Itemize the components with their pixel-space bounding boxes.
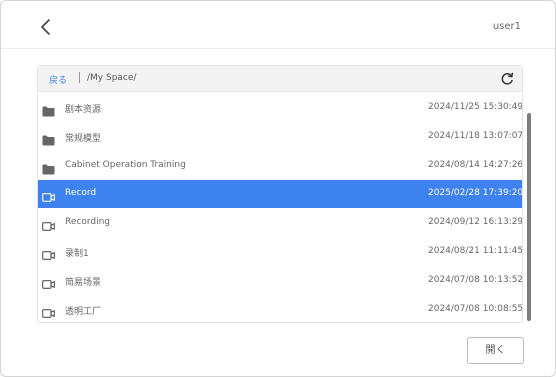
file-name: 简易场景	[65, 277, 102, 288]
file-row[interactable]: Recording 2024/09/12 16:13:29	[38, 209, 523, 237]
list-scrollbar[interactable]	[527, 113, 531, 321]
file-date: 2024/07/08 10:13:52	[428, 274, 523, 285]
current-path: /My Space/	[87, 73, 137, 83]
file-row[interactable]: 简易场景 2024/07/08 10:13:52	[38, 267, 523, 295]
file-name: 剧本资源	[65, 105, 102, 115]
refresh-icon[interactable]	[499, 71, 515, 87]
video-camera-icon	[42, 304, 55, 318]
file-date: 2024/09/12 16:13:29	[428, 217, 523, 228]
file-row[interactable]: 透明工厂 2024/07/08 10:08:55	[38, 296, 523, 322]
file-date: 2024/07/08 10:08:55	[428, 303, 523, 314]
file-name: 常规模型	[65, 133, 102, 144]
file-date: 2024/08/21 11:11:45	[428, 246, 523, 256]
file-date: 2025/02/28 17:39:20	[428, 188, 523, 199]
username-label: user1	[492, 21, 521, 32]
chevron-left-icon[interactable]	[37, 17, 55, 37]
file-date: 2024/11/18 13:07:07	[428, 130, 523, 141]
video-camera-icon	[42, 188, 55, 203]
path-separator	[79, 72, 80, 83]
file-browser-panel: 戻る /My Space/ 剧本资源 2024/11/25 15:30:49 常规模…	[37, 65, 523, 323]
file-name: 透明工厂	[65, 306, 102, 317]
file-row[interactable]: 录制1 2024/08/21 11:11:45	[38, 238, 523, 266]
file-date: 2024/11/25 15:30:49	[428, 102, 523, 112]
folder-icon	[42, 131, 55, 146]
file-name: 录制1	[65, 249, 89, 259]
file-name: Record	[65, 188, 97, 199]
dialog-header: user1	[1, 1, 555, 49]
file-row[interactable]: 常规模型 2024/11/18 13:07:07	[38, 123, 523, 151]
file-date: 2024/08/14 14:27:26	[428, 159, 523, 170]
open-button[interactable]: 開く	[467, 337, 524, 364]
file-name: Recording	[65, 217, 111, 228]
open-file-dialog: user1 戻る /My Space/ 剧本资源 2024/11/25 15:30…	[0, 0, 556, 377]
file-row[interactable]: 剧本资源 2024/11/25 15:30:49	[38, 94, 523, 122]
path-bar: 戻る /My Space/	[38, 66, 522, 92]
file-row[interactable]: Cabinet Operation Training 2024/08/14 14:…	[38, 152, 523, 180]
file-row[interactable]: Record 2025/02/28 17:39:20	[38, 180, 523, 209]
file-name: Cabinet Operation Training	[65, 159, 186, 170]
folder-icon	[42, 160, 55, 175]
folder-icon	[42, 102, 55, 117]
video-camera-icon	[42, 217, 55, 232]
file-list: 剧本资源 2024/11/25 15:30:49 常规模型 2024/11/18 13…	[38, 94, 523, 322]
video-camera-icon	[42, 246, 55, 260]
path-back-link[interactable]: 戻る	[49, 73, 67, 86]
video-camera-icon	[42, 275, 55, 289]
